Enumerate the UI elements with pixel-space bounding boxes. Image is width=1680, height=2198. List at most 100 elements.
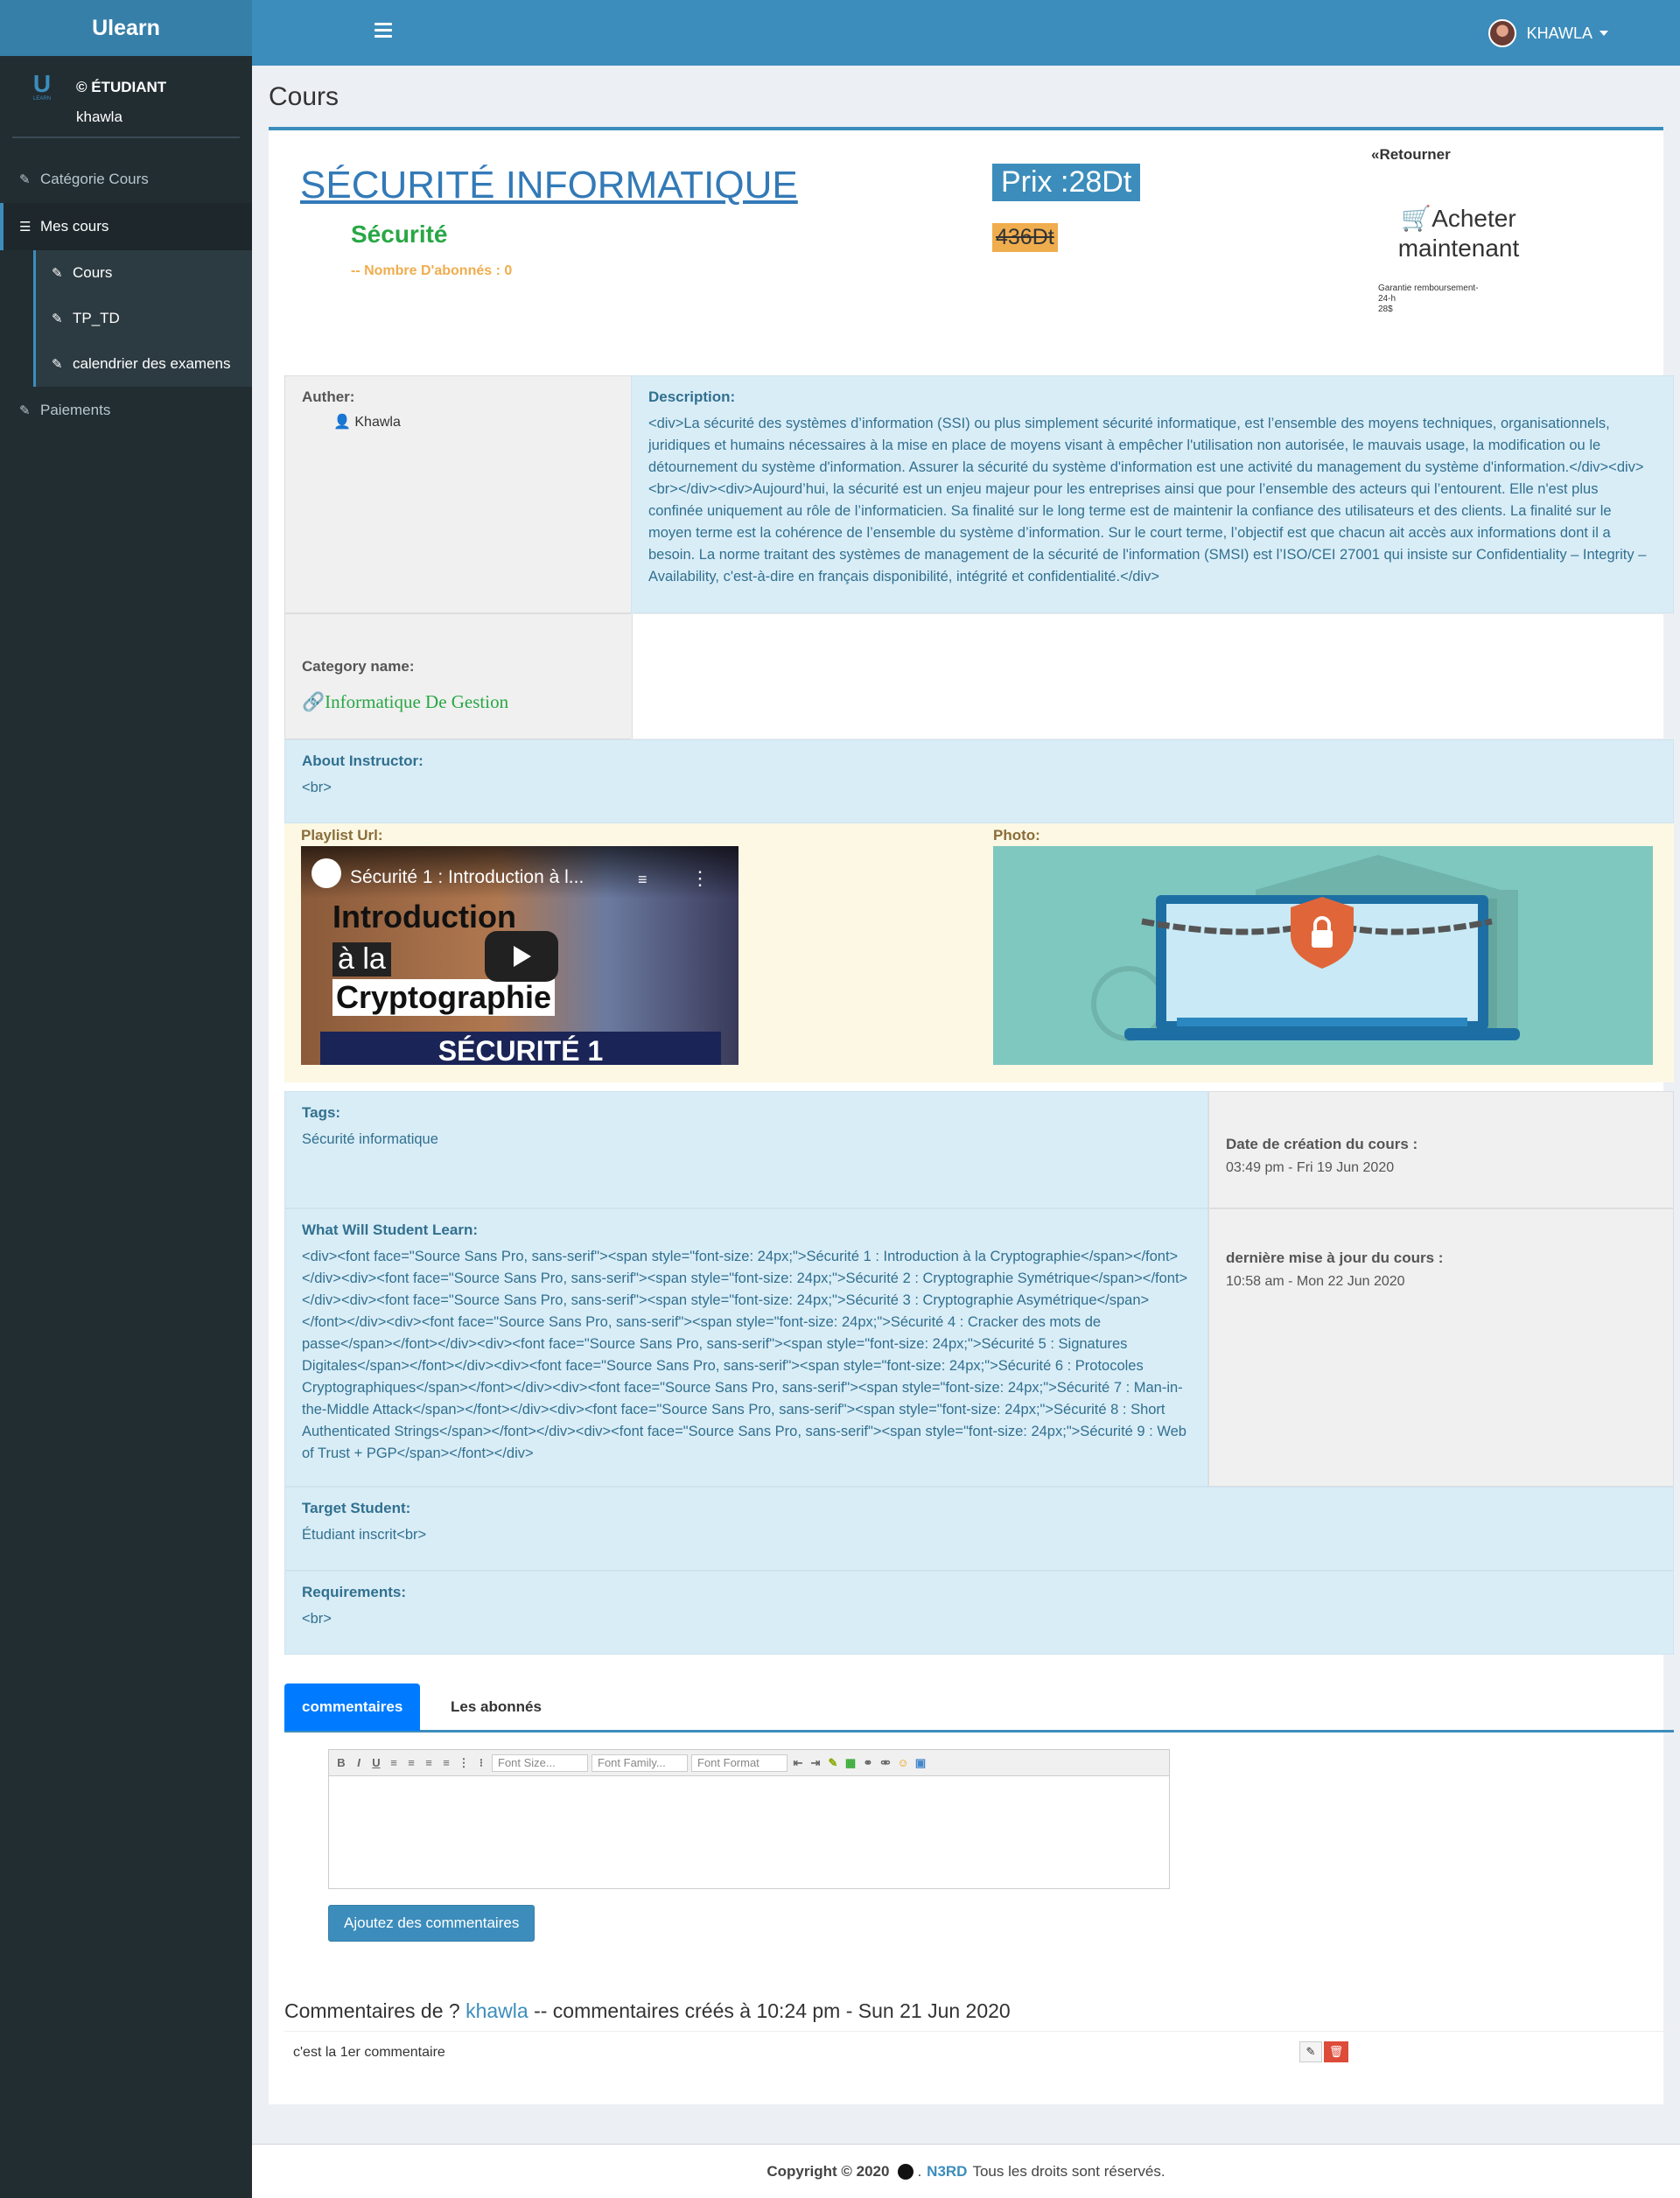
author-name: Khawla — [354, 415, 401, 430]
font-family-select[interactable]: Font Family... — [592, 1754, 688, 1772]
italic-icon[interactable]: I — [352, 1756, 366, 1770]
unlink-icon[interactable]: ⚮ — [878, 1756, 892, 1770]
price-badge: Prix :28Dt — [992, 164, 1141, 201]
delete-comment-button[interactable]: 🗑 — [1324, 2041, 1348, 2062]
video-player[interactable]: Sécurité 1 : Introduction à l... ≡ ⋮ Int… — [301, 846, 738, 1065]
align-center-icon[interactable]: ≡ — [404, 1756, 418, 1770]
outdent-icon[interactable]: ⇤ — [791, 1756, 805, 1770]
queue-icon[interactable]: ≡ — [638, 871, 648, 889]
user-name: khawla — [76, 108, 122, 125]
subscriber-count: -- Nombre D'abonnés : 0 — [351, 263, 513, 278]
description-cell: Description: <div>La sécurité des systèm… — [631, 375, 1674, 613]
course-subtitle: Sécurité — [351, 220, 448, 248]
category-cell: Category name: 🔗Informatique De Gestion — [284, 613, 633, 739]
course-title-link[interactable]: SÉCURITÉ INFORMATIQUE — [300, 164, 798, 207]
menu-toggle-icon[interactable] — [374, 19, 392, 41]
divider — [284, 2031, 1674, 2032]
tags-cell: Tags: Sécurité informatique — [284, 1091, 1208, 1208]
channel-avatar — [312, 858, 341, 888]
created-cell: Date de création du cours : 03:49 pm - F… — [1208, 1091, 1674, 1208]
sidebar-item-categorie-cours[interactable]: ✎ Catégorie Cours — [0, 156, 252, 203]
link-icon[interactable]: ⚭ — [861, 1756, 875, 1770]
trash-icon: 🗑 — [1328, 2045, 1344, 2058]
comment-editor: B I U ≡ ≡ ≡ ≡ ⋮ ⁝ Font Size... Font Fami… — [328, 1749, 1170, 1889]
comment-author-link[interactable]: khawla — [466, 1999, 528, 2022]
tab-commentaires[interactable]: commentaires — [284, 1684, 421, 1731]
top-navbar: KHAWLA — [252, 0, 1680, 66]
editor-textarea[interactable] — [329, 1776, 1169, 1888]
add-comment-button[interactable]: Ajoutez des commentaires — [328, 1905, 536, 1942]
comment-text: c'est la 1er commentaire — [293, 2045, 445, 2060]
thumb-text-3: Cryptographie — [332, 979, 556, 1016]
user-panel: U LEARN © ÉTUDIANT khawla — [12, 56, 240, 138]
justify-icon[interactable]: ≡ — [439, 1756, 453, 1770]
user-role: © ÉTUDIANT — [76, 79, 167, 95]
edit-comment-button[interactable]: ✎ — [1299, 2041, 1322, 2062]
footer: Copyright © 2020 . N3RD Tous les droits … — [252, 2144, 1680, 2198]
author-cell: Auther: 👤 Khawla — [284, 375, 633, 613]
edit-icon: ✎ — [52, 312, 63, 326]
back-link[interactable]: «Retourner — [1371, 146, 1451, 164]
list-icon: ☰ — [19, 220, 32, 234]
tags-value: Sécurité informatique — [302, 1131, 438, 1147]
page-title: Cours — [269, 82, 340, 111]
bold-icon[interactable]: B — [334, 1756, 348, 1770]
sidebar-item-mes-cours[interactable]: ☰ Mes cours — [0, 203, 252, 250]
thumb-text-1: Introduction — [332, 899, 516, 934]
font-size-select[interactable]: Font Size... — [492, 1754, 588, 1772]
thumb-text-2: à la — [332, 942, 391, 976]
learn-cell: What Will Student Learn: <div><font face… — [284, 1208, 1208, 1487]
n3rd-logo-icon — [898, 2163, 914, 2180]
image-icon[interactable]: ▣ — [914, 1756, 928, 1770]
thumb-banner: SÉCURITÉ 1 — [320, 1032, 721, 1065]
avatar — [1488, 19, 1516, 47]
learn-value: <div><font face="Source Sans Pro, sans-s… — [302, 1249, 1188, 1461]
tab-abonnes[interactable]: Les abonnés — [433, 1684, 559, 1731]
cart-icon: 🛒 — [1401, 205, 1432, 232]
play-icon — [514, 946, 531, 967]
guarantee-text: Garantie remboursement- 24-h 28$ — [1378, 284, 1479, 314]
font-format-select[interactable]: Font Format — [691, 1754, 788, 1772]
bg-color-icon[interactable]: ▦ — [844, 1756, 858, 1770]
align-left-icon[interactable]: ≡ — [387, 1756, 401, 1770]
text-color-icon[interactable]: ✎ — [826, 1756, 840, 1770]
user-menu-name: KHAWLA — [1526, 24, 1592, 42]
emoticon-icon[interactable]: ☺ — [896, 1756, 910, 1770]
video-title: Sécurité 1 : Introduction à l... — [350, 867, 584, 887]
indent-icon[interactable]: ⇥ — [808, 1756, 822, 1770]
edit-icon: ✎ — [19, 403, 31, 418]
ulearn-logo: U LEARN — [32, 70, 52, 102]
buy-now-button[interactable]: 🛒Acheter maintenant — [1371, 204, 1546, 263]
edit-icon: ✎ — [52, 266, 63, 281]
brand-link[interactable]: N3RD — [927, 2163, 967, 2180]
sidebar-item-calendrier[interactable]: ✎ calendrier des examens — [36, 341, 252, 387]
comments-header: Commentaires de ? khawla -- commentaires… — [284, 1999, 1011, 2022]
app-logo[interactable]: Ulearn — [0, 0, 252, 56]
sidebar-item-tp-td[interactable]: ✎ TP_TD — [36, 296, 252, 341]
underline-icon[interactable]: U — [369, 1756, 383, 1770]
user-menu[interactable]: KHAWLA — [1488, 19, 1608, 47]
align-right-icon[interactable]: ≡ — [422, 1756, 436, 1770]
course-photo — [993, 846, 1653, 1065]
sidebar: U LEARN © ÉTUDIANT khawla ✎ Catégorie Co… — [0, 56, 252, 2198]
created-value: 03:49 pm - Fri 19 Jun 2020 — [1226, 1160, 1395, 1175]
caret-down-icon — [1600, 31, 1608, 36]
course-box: SÉCURITÉ INFORMATIQUE Sécurité -- Nombre… — [269, 127, 1674, 2104]
category-link[interactable]: Informatique De Gestion — [325, 691, 508, 712]
bullet-list-icon[interactable]: ⁝ — [474, 1756, 488, 1770]
comment-tabs: commentaires Les abonnés — [284, 1684, 1674, 1732]
target-cell: Target Student: Étudiant inscrit<br> — [284, 1487, 1674, 1571]
edit-icon: ✎ — [1306, 2045, 1316, 2058]
edit-icon: ✎ — [19, 172, 31, 187]
updated-cell: dernière mise à jour du cours : 10:58 am… — [1208, 1208, 1674, 1487]
sidebar-item-cours[interactable]: ✎ Cours — [36, 250, 252, 296]
ordered-list-icon[interactable]: ⋮ — [457, 1756, 471, 1770]
more-vert-icon[interactable]: ⋮ — [690, 867, 710, 890]
user-icon: 👤 — [333, 415, 351, 430]
editor-toolbar: B I U ≡ ≡ ≡ ≡ ⋮ ⁝ Font Size... Font Fami… — [329, 1750, 1169, 1776]
requirements-cell: Requirements: <br> — [284, 1571, 1674, 1655]
play-button[interactable] — [485, 931, 558, 982]
link-icon: 🔗 — [302, 691, 326, 712]
sidebar-item-paiements[interactable]: ✎ Paiements — [0, 387, 252, 434]
submenu-mes-cours: ✎ Cours ✎ TP_TD ✎ calendrier des examens — [33, 250, 252, 387]
